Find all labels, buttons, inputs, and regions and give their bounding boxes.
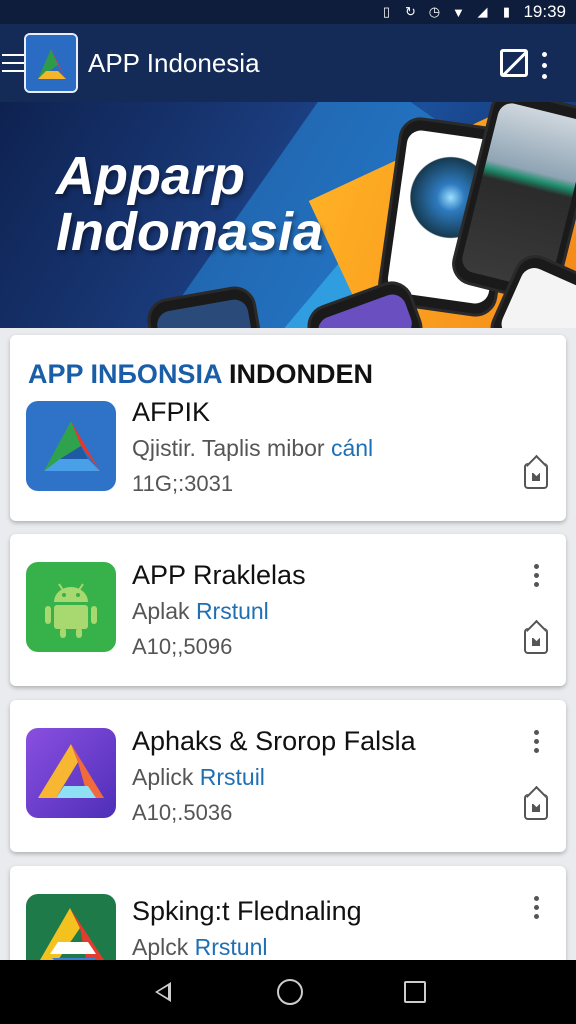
more-vert-icon[interactable] bbox=[534, 564, 540, 587]
app-code: A10;,5096 bbox=[132, 634, 233, 659]
sim-icon: ▯ bbox=[382, 4, 391, 19]
hero-title: Apparp Indomasia bbox=[56, 146, 324, 262]
home-badge-icon[interactable] bbox=[524, 794, 548, 820]
app-name: Aphaks & Srorop Falsla bbox=[132, 726, 416, 756]
edit-icon[interactable] bbox=[500, 49, 528, 77]
app-name: APP Rraklelas bbox=[132, 560, 306, 590]
more-vert-icon[interactable] bbox=[534, 896, 540, 919]
app-subtitle: Qjistir. Taplis mibor cánl bbox=[132, 435, 374, 461]
more-vert-icon[interactable] bbox=[542, 52, 548, 79]
app-code: A10;.5036 bbox=[132, 800, 233, 825]
app-bar: APP Indonesia bbox=[0, 24, 576, 102]
app-logo bbox=[24, 33, 78, 93]
home-badge-icon[interactable] bbox=[524, 628, 548, 654]
app-card[interactable]: Aphaks & Srorop Falsla Aplick Rrstuil A1… bbox=[10, 700, 566, 852]
app-card[interactable]: APP INБONSIA INDONDEN AFPIK Qjistir. Tap… bbox=[10, 335, 566, 521]
app-subtitle: Aplck Rrstunl bbox=[132, 934, 268, 960]
wifi-icon: ▼ bbox=[452, 4, 465, 20]
battery-icon: ▮ bbox=[502, 4, 511, 19]
app-card[interactable]: APP Rraklelas Aplak Rrstunl A10;,5096 bbox=[10, 534, 566, 686]
app-name: AFPIK bbox=[132, 397, 211, 427]
status-bar: ▯ ↻ ◷ ▼ ◢ ▮ 19:39 bbox=[0, 0, 576, 24]
app-subtitle: Aplak Rrstunl bbox=[132, 598, 269, 624]
more-vert-icon[interactable] bbox=[534, 730, 540, 753]
app-title: APP Indonesia bbox=[88, 47, 260, 78]
hero-banner: Apparp Indomasia bbox=[0, 102, 576, 328]
home-badge-icon[interactable] bbox=[524, 463, 548, 489]
system-nav-bar bbox=[0, 960, 576, 1024]
alarm-icon: ◷ bbox=[428, 4, 441, 19]
hamburger-icon[interactable] bbox=[2, 54, 24, 72]
app-icon bbox=[26, 728, 116, 818]
sync-icon: ↻ bbox=[405, 4, 416, 19]
back-icon[interactable] bbox=[150, 979, 176, 1005]
signal-icon: ◢ bbox=[477, 4, 488, 19]
app-icon bbox=[26, 401, 116, 491]
android-app-icon bbox=[26, 562, 116, 652]
status-time: 19:39 bbox=[523, 2, 566, 21]
home-icon[interactable] bbox=[276, 979, 303, 1005]
app-subtitle: Aplick Rrstuil bbox=[132, 764, 265, 790]
app-code: 11G;:3031 bbox=[132, 471, 234, 496]
recents-icon[interactable] bbox=[403, 981, 426, 1003]
app-name: Spking:t Flednaling bbox=[132, 896, 362, 926]
section-heading: APP INБONSIA INDONDEN bbox=[28, 359, 373, 389]
